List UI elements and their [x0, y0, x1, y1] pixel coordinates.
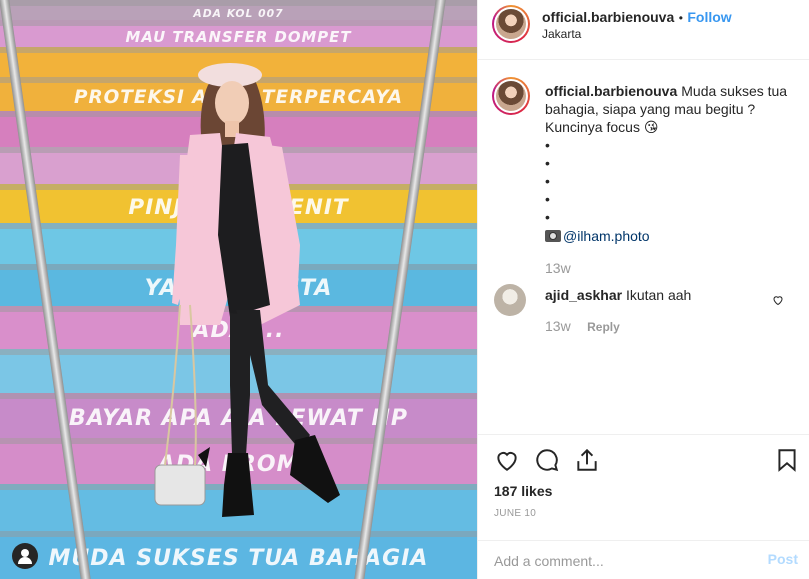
photo-credit-mention[interactable]: @ilham.photo	[563, 228, 650, 244]
caption-text: official.barbienouva Muda sukses tua baha…	[545, 82, 805, 136]
stair-step-text: MAU TRANSFER DOMPET	[125, 27, 352, 46]
stair-step-text: ADA KOL 007	[193, 6, 284, 20]
camera-icon	[545, 230, 561, 242]
photo-credit: @ilham.photo	[545, 227, 805, 245]
comment-username[interactable]: ajid_askhar	[545, 287, 622, 303]
user-icon[interactable]	[12, 543, 38, 569]
caption-bullets: • • • • •	[545, 136, 805, 226]
reply-button[interactable]: Reply	[587, 320, 620, 334]
caption-avatar[interactable]	[492, 77, 530, 115]
follow-button[interactable]: Follow	[687, 9, 731, 25]
stair-step-text: MUDA SUKSES TUA BAHAGIA	[48, 546, 429, 572]
comment-avatar[interactable]	[494, 284, 526, 316]
person-figure	[154, 63, 340, 517]
likes-count[interactable]: 187 likes	[494, 483, 552, 499]
post-actions: 187 likes JUNE 10	[478, 434, 809, 530]
add-comment-bar: Post	[478, 540, 809, 579]
comment-text: Ikutan aah	[625, 287, 692, 303]
caption-username[interactable]: official.barbienouva	[545, 83, 677, 99]
stair-step: ADA KOL 007	[0, 0, 477, 21]
bullet: •	[545, 209, 550, 225]
heart-icon[interactable]	[494, 447, 520, 473]
stair-step: MUDA SUKSES TUA BAHAGIA	[0, 531, 477, 579]
header-username[interactable]: official.barbienouva	[542, 9, 674, 25]
heart-icon[interactable]	[772, 294, 784, 306]
separator-dot: •	[678, 11, 683, 25]
bullet: •	[545, 173, 550, 189]
post-date[interactable]: JUNE 10	[494, 508, 536, 519]
post-details-panel: official.barbienouva • Follow Jakarta of…	[477, 0, 809, 579]
location-link[interactable]: Jakarta	[542, 27, 581, 41]
bullet: •	[545, 191, 550, 207]
comment-icon[interactable]	[534, 447, 560, 473]
post-header: official.barbienouva • Follow Jakarta	[478, 0, 809, 60]
post-button[interactable]: Post	[768, 551, 798, 567]
comment-input[interactable]	[494, 549, 754, 573]
avatar[interactable]	[492, 5, 530, 43]
bookmark-icon[interactable]	[774, 447, 800, 473]
share-icon[interactable]	[574, 447, 600, 473]
post-photo[interactable]: ADA KOL 007MAU TRANSFER DOMPETPROTEKSI A…	[0, 0, 477, 579]
bullet: •	[545, 155, 550, 171]
comment-time[interactable]: 13w	[545, 318, 571, 334]
stair-step: MAU TRANSFER DOMPET	[0, 19, 477, 48]
bullet: •	[545, 137, 550, 153]
caption-time[interactable]: 13w	[545, 259, 805, 277]
